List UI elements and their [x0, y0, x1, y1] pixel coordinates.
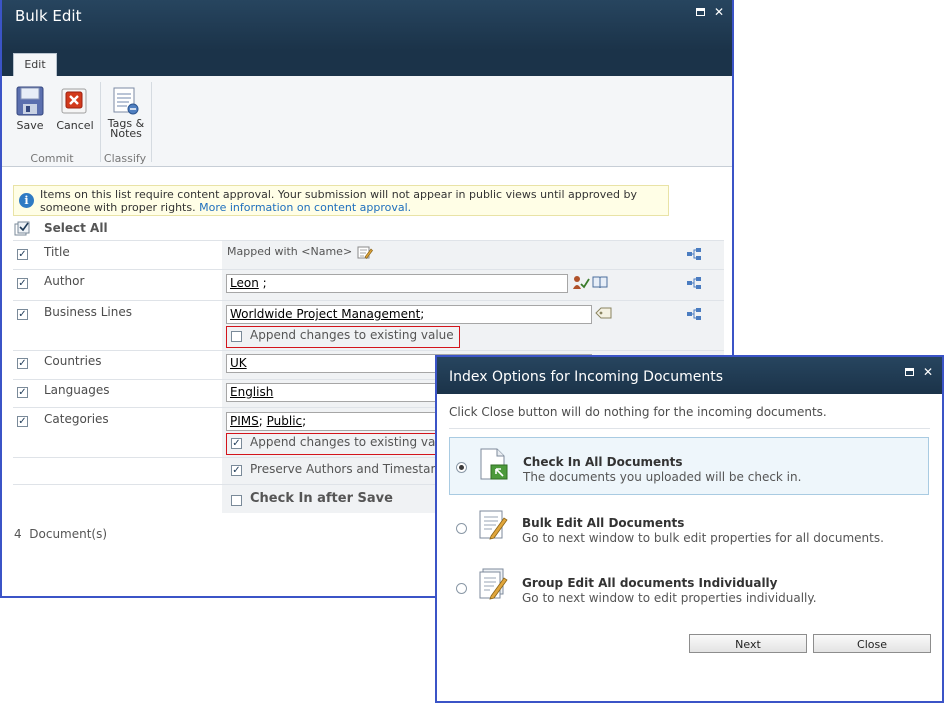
preserve-authors-label: Preserve Authors and Timestamp [250, 462, 450, 476]
option-group-edit-individually-title: Group Edit All documents Individually [522, 576, 778, 590]
row-separator [13, 350, 724, 351]
option-group-edit-individually[interactable]: Group Edit All documents Individually Go… [449, 559, 929, 617]
close-icon[interactable]: ✕ [713, 6, 725, 18]
option-check-in-all-radio[interactable] [456, 462, 467, 473]
ribbon-group-commit: Commit [30, 152, 74, 165]
browse-terms-icon[interactable] [595, 307, 613, 320]
languages-field-checkbox[interactable] [17, 387, 28, 398]
option-group-edit-individually-desc: Go to next window to edit properties ind… [522, 591, 817, 605]
address-book-icon[interactable] [592, 275, 608, 289]
countries-term-token[interactable]: UK [230, 356, 247, 370]
check-in-document-icon [480, 448, 508, 480]
next-button[interactable]: Next [689, 634, 807, 653]
edit-mapping-icon[interactable] [357, 245, 373, 260]
categories-separator: ; [302, 414, 307, 428]
option-check-in-all-title: Check In All Documents [523, 455, 683, 469]
title-mapped-value: Mapped with <Name> [227, 245, 353, 258]
categories-term-token[interactable]: PIMS [230, 414, 259, 428]
tags-notes-button[interactable]: Tags & Notes [103, 86, 149, 146]
business-lines-field-label: Business Lines [44, 305, 132, 319]
ribbon-separator [151, 82, 152, 162]
categories-field-checkbox[interactable] [17, 416, 28, 427]
note-divider [449, 428, 930, 429]
document-count: 4 Document(s) [14, 527, 108, 541]
index-options-title: Index Options for Incoming Documents [449, 369, 723, 385]
field-mapping-icon[interactable] [686, 307, 702, 321]
maximize-icon[interactable] [904, 367, 916, 379]
check-names-icon[interactable] [572, 275, 590, 290]
select-all-label[interactable]: Select All [44, 221, 108, 235]
close-button[interactable]: Close [813, 634, 931, 653]
tags-notes-label-line-2: Notes [110, 127, 142, 140]
maximize-icon[interactable] [695, 7, 707, 19]
author-field-checkbox[interactable] [17, 278, 28, 289]
content-approval-link[interactable]: More information on content approval. [199, 201, 411, 214]
option-bulk-edit-all-desc: Go to next window to bulk edit propertie… [522, 531, 884, 545]
field-mapping-icon[interactable] [686, 247, 702, 261]
option-check-in-all[interactable]: Check In All Documents The documents you… [449, 437, 929, 495]
ribbon-tab-band [2, 50, 732, 76]
floppy-disk-icon [16, 86, 44, 116]
business-lines-term-token[interactable]: Worldwide Project Management [230, 307, 420, 321]
ribbon-separator [100, 82, 101, 162]
business-lines-taxonomy-input[interactable]: Worldwide Project Management; [226, 305, 592, 324]
cancel-button[interactable]: Cancel [54, 86, 96, 134]
title-field-label: Title [44, 245, 70, 259]
categories-separator: ; [258, 414, 267, 428]
option-check-in-all-desc: The documents you uploaded will be check… [523, 470, 802, 484]
select-all-icon[interactable] [14, 221, 30, 236]
ribbon-group-classify: Classify [103, 152, 147, 165]
bulk-edit-title-bar: Bulk Edit ✕ [2, 0, 732, 50]
cancel-icon [61, 88, 87, 114]
field-mapping-icon[interactable] [686, 276, 702, 290]
option-group-edit-individually-radio[interactable] [456, 583, 467, 594]
checkin-after-save-label: Check In after Save [250, 491, 393, 506]
business-lines-separator: ; [420, 307, 425, 321]
cancel-button-label: Cancel [56, 119, 94, 132]
option-bulk-edit-all[interactable]: Bulk Edit All Documents Go to next windo… [449, 499, 929, 557]
business-lines-append-checkbox[interactable] [231, 331, 242, 342]
languages-term-token[interactable]: English [230, 385, 273, 399]
content-approval-notice: i Items on this list require content app… [13, 185, 669, 216]
row-separator [13, 269, 724, 270]
info-icon: i [19, 193, 34, 208]
close-icon[interactable]: ✕ [922, 366, 934, 378]
edit-document-icon [479, 510, 508, 540]
languages-field-label: Languages [44, 383, 110, 397]
countries-field-label: Countries [44, 354, 102, 368]
categories-append-checkbox[interactable] [231, 438, 242, 449]
option-bulk-edit-all-title: Bulk Edit All Documents [522, 516, 685, 530]
author-field-label: Author [44, 274, 85, 288]
categories-term-token[interactable]: Public [267, 414, 303, 428]
save-button-label: Save [16, 119, 44, 132]
save-button[interactable]: Save [10, 86, 50, 134]
author-people-picker[interactable]: Leon ; [226, 274, 568, 293]
index-options-dialog: Index Options for Incoming Documents ✕ C… [435, 355, 944, 703]
author-separator: ; [258, 276, 267, 290]
index-options-title-bar: Index Options for Incoming Documents ✕ [437, 357, 942, 394]
categories-append-label: Append changes to existing valu [250, 435, 447, 449]
row-separator [13, 300, 724, 301]
title-field-checkbox[interactable] [17, 249, 28, 260]
bulk-edit-title: Bulk Edit [15, 7, 82, 25]
countries-field-checkbox[interactable] [17, 358, 28, 369]
option-bulk-edit-all-radio[interactable] [456, 523, 467, 534]
checkin-after-save-checkbox[interactable] [231, 495, 242, 506]
row-separator [13, 240, 724, 241]
edit-documents-icon [479, 568, 508, 600]
author-name-token[interactable]: Leon [230, 276, 259, 290]
business-lines-field-checkbox[interactable] [17, 309, 28, 320]
business-lines-append-label: Append changes to existing value [250, 328, 454, 342]
preserve-authors-checkbox[interactable] [231, 465, 242, 476]
tab-edit[interactable]: Edit [13, 53, 57, 78]
ribbon: Save Cancel Tags & Notes Commit Classify [2, 76, 732, 167]
index-options-note: Click Close button will do nothing for t… [449, 405, 827, 419]
categories-field-label: Categories [44, 412, 109, 426]
tags-notes-icon [113, 87, 139, 115]
